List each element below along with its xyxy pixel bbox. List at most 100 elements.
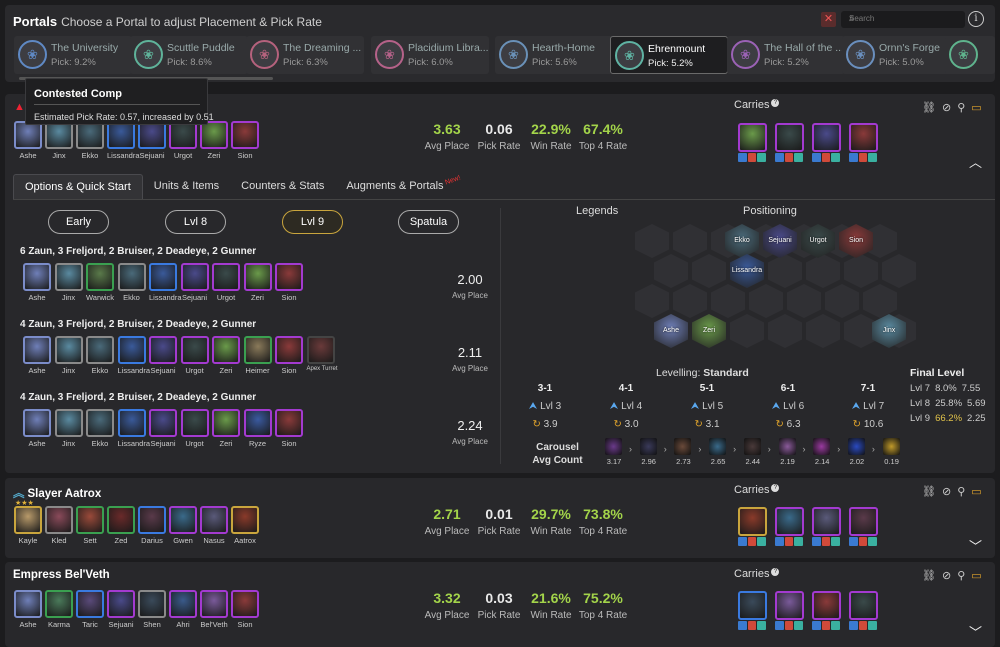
comp-card-empress-belveth[interactable]: Empress Bel'Veth Ashe Karma Taric Sejuani Sh… <box>5 562 995 647</box>
carry-champion[interactable] <box>849 507 878 546</box>
carry-champion[interactable] <box>738 507 767 546</box>
hide-icon[interactable]: ⊘ <box>942 101 951 114</box>
champion[interactable]: Ahri <box>169 590 197 629</box>
board-unit[interactable]: Lissandra <box>730 254 764 288</box>
carousel-item[interactable]: 0.19 <box>882 438 901 466</box>
carry-champion[interactable] <box>775 123 804 162</box>
portal-card[interactable]: ❀ The University Pick: 9.2% <box>14 36 132 74</box>
carousel-item[interactable]: 2.44 <box>743 438 762 466</box>
champion[interactable]: Jinx <box>54 263 83 302</box>
portal-card[interactable]: ❀ Hearth-Home Pick: 5.6% <box>495 36 613 74</box>
board-hex[interactable] <box>768 254 802 288</box>
champion[interactable]: Ashe <box>14 590 42 629</box>
board-unit[interactable]: Zeri <box>692 314 726 348</box>
board-hex[interactable] <box>654 254 688 288</box>
tab-options-quick-start[interactable]: Options & Quick Start <box>13 174 143 199</box>
board-hex[interactable] <box>787 284 821 318</box>
link-icon[interactable]: ⛓ <box>922 101 936 114</box>
champion[interactable]: Urgot <box>180 336 209 375</box>
champion[interactable]: Lissandra <box>107 121 140 160</box>
display-icon[interactable]: ▭ <box>971 101 981 114</box>
warning-icon[interactable]: ▲ <box>14 101 25 113</box>
pin-icon[interactable]: ⚲ <box>957 569 965 582</box>
carry-champion[interactable] <box>812 591 841 630</box>
carry-champion[interactable] <box>738 123 767 162</box>
champion[interactable]: Urgot <box>212 263 240 302</box>
board-unit[interactable]: Ashe <box>654 314 688 348</box>
tab-units-items[interactable]: Units & Items <box>143 174 230 199</box>
board-hex[interactable] <box>673 224 707 258</box>
hide-icon[interactable]: ⊘ <box>942 485 951 498</box>
portal-card[interactable]: ❀ Ehrenmount Pick: 5.2% <box>610 36 728 74</box>
champion[interactable]: Sejuani <box>107 590 135 629</box>
board-hex[interactable] <box>825 284 859 318</box>
champion[interactable]: Kayle <box>14 506 42 545</box>
search-input[interactable]: Search ⌕ <box>841 11 965 28</box>
board-hex[interactable] <box>673 284 707 318</box>
carousel-item[interactable]: 2.96 <box>639 438 658 466</box>
tab-augments-portals[interactable]: Augments & Portals New! <box>335 174 461 199</box>
champion[interactable]: Sett <box>76 506 104 545</box>
champion[interactable]: Apex Turret <box>306 336 338 375</box>
carry-champion[interactable] <box>849 123 878 162</box>
champion[interactable]: Taric <box>76 590 104 629</box>
link-icon[interactable]: ⛓ <box>922 569 936 582</box>
champion[interactable]: Darius <box>138 506 166 545</box>
champion[interactable]: Lissandra <box>149 263 182 302</box>
champion[interactable]: Lissandra <box>117 336 150 375</box>
level-pill-lvl-8[interactable]: Lvl 8 <box>165 210 226 234</box>
champion[interactable]: Jinx <box>45 121 73 160</box>
help-icon[interactable]: ? <box>771 99 780 107</box>
board-hex[interactable] <box>863 284 897 318</box>
champion[interactable]: Ekko <box>86 409 114 448</box>
hide-icon[interactable]: ⊘ <box>942 569 951 582</box>
carousel-item[interactable]: 2.02 <box>847 438 866 466</box>
expand-icon[interactable]: ﹀ <box>969 536 982 555</box>
info-icon[interactable]: i <box>968 11 984 27</box>
pin-icon[interactable]: ⚲ <box>957 485 965 498</box>
champion[interactable]: Warwick <box>86 263 114 302</box>
champion[interactable]: Jinx <box>54 336 83 375</box>
champion[interactable]: Nasus <box>200 506 228 545</box>
champion[interactable]: Ekko <box>76 121 104 160</box>
champion[interactable]: Sejuani <box>149 409 177 448</box>
champion[interactable]: Zeri <box>200 121 228 160</box>
help-icon[interactable]: ? <box>771 484 780 492</box>
board-hex[interactable] <box>749 284 783 318</box>
champion[interactable]: Bel'Veth <box>200 590 228 629</box>
carry-champion[interactable] <box>849 591 878 630</box>
level-pill-spatula[interactable]: Spatula <box>398 210 459 234</box>
display-icon[interactable]: ▭ <box>971 485 981 498</box>
expand-icon[interactable]: ﹀ <box>969 622 982 641</box>
champion[interactable]: Gwen <box>169 506 197 545</box>
champion[interactable]: Zeri <box>243 263 272 302</box>
board-hex[interactable] <box>730 314 764 348</box>
level-pill-early[interactable]: Early <box>48 210 109 234</box>
champion[interactable]: Ashe <box>23 336 51 375</box>
champion[interactable]: Sion <box>275 409 303 448</box>
champion[interactable]: Urgot <box>169 121 197 160</box>
carry-champion[interactable] <box>812 123 841 162</box>
champion[interactable]: Shen <box>138 590 166 629</box>
portal-card[interactable]: ❀ Ornn's Forge Pick: 5.0% <box>842 36 960 74</box>
board-hex[interactable] <box>806 314 840 348</box>
champion[interactable]: Heimer <box>243 336 272 375</box>
champion[interactable]: Sejuani <box>138 121 166 160</box>
carousel-item[interactable]: 2.19 <box>778 438 797 466</box>
carry-champion[interactable] <box>738 591 767 630</box>
champion[interactable]: Zeri <box>212 336 240 375</box>
champion[interactable]: Ashe <box>23 263 51 302</box>
champion[interactable]: Ashe <box>23 409 51 448</box>
portal-card[interactable]: ❀ Scuttle Puddle Pick: 8.6% <box>130 36 248 74</box>
champion[interactable]: Ashe <box>14 121 42 160</box>
portal-card[interactable]: ❀ Placidium Libra... Pick: 6.0% <box>371 36 489 74</box>
champion[interactable]: Ekko <box>117 263 146 302</box>
board-hex[interactable] <box>635 284 669 318</box>
portal-card[interactable]: ❀ The Hall of the ... Pick: 5.2% <box>727 36 845 74</box>
champion[interactable]: Sion <box>231 121 259 160</box>
board-hex[interactable] <box>635 224 669 258</box>
board-hex[interactable] <box>882 254 916 288</box>
champion[interactable]: Sion <box>275 336 303 375</box>
champion[interactable]: Aatrox <box>231 506 259 545</box>
board-hex[interactable] <box>711 284 745 318</box>
